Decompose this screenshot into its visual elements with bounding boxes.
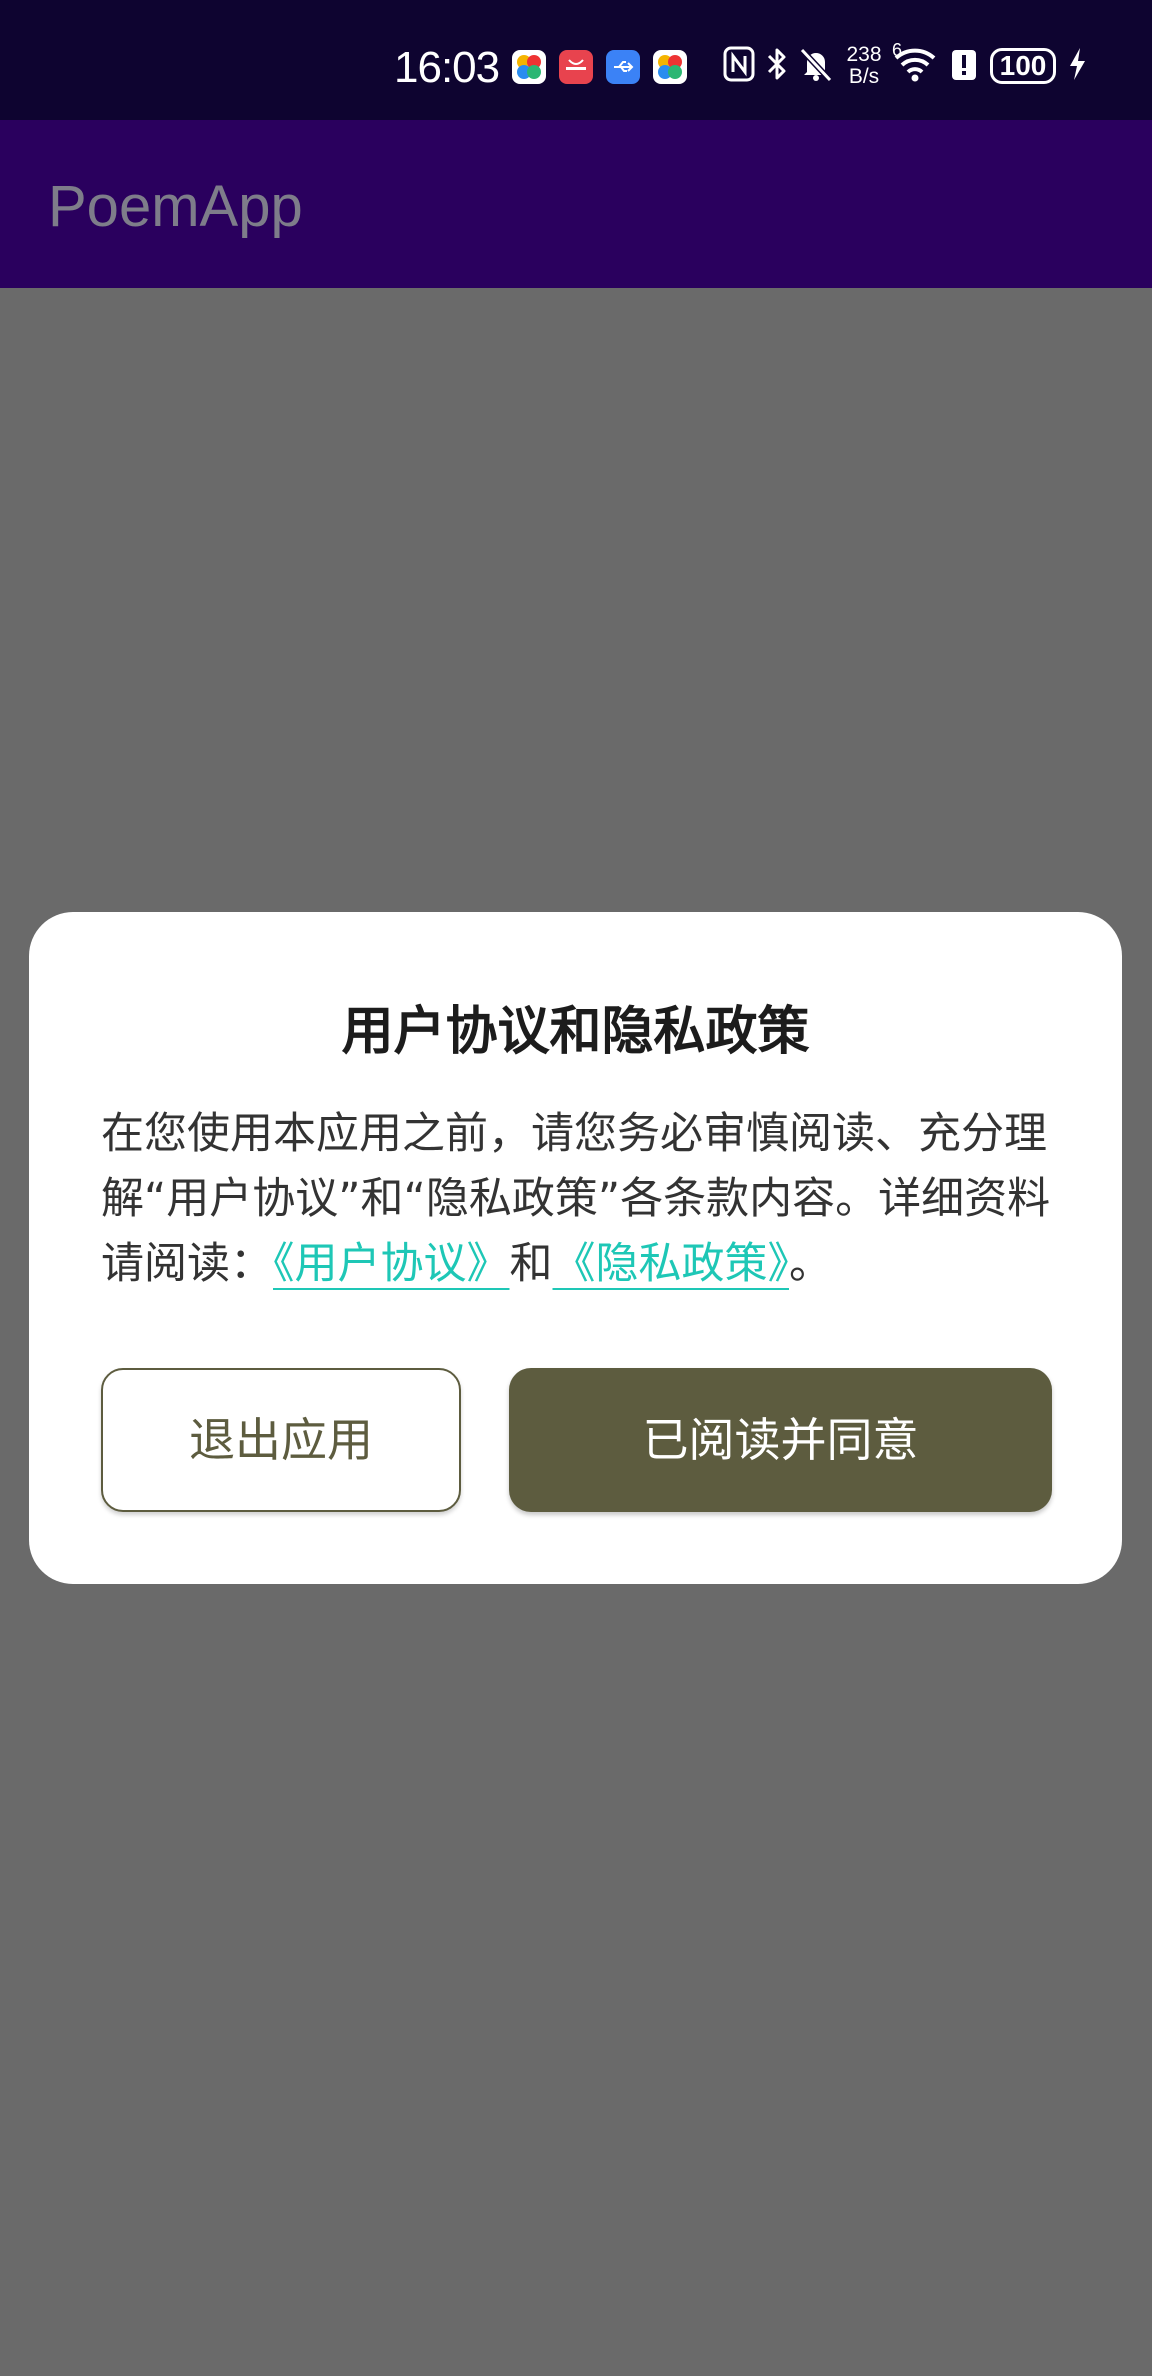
app-title: PoemApp: [48, 174, 303, 239]
network-speed-value: 238: [846, 43, 882, 66]
app-bar: PoemApp: [0, 120, 1152, 288]
privacy-policy-link[interactable]: 《隐私政策》: [553, 1239, 790, 1289]
network-speed: 238 B/s: [842, 44, 886, 88]
charging-icon: [1066, 44, 1088, 88]
exit-app-button[interactable]: 退出应用: [101, 1368, 461, 1512]
agree-button[interactable]: 已阅读并同意: [509, 1368, 1052, 1512]
dialog-body: 在您使用本应用之前，请您务必审慎阅读、充分理解“用户协议”和“隐私政策”各条款内…: [101, 1102, 1091, 1297]
app-store-icon: [512, 50, 546, 84]
nfc-icon: [722, 44, 756, 88]
wifi-icon: 6: [892, 40, 938, 88]
status-bar: 16:03 238 B/s 6 100: [0, 0, 1152, 120]
bluetooth-icon: [764, 44, 790, 88]
huawei-store-icon: [559, 50, 593, 84]
status-time: 16:03: [394, 43, 500, 92]
dialog-body-end: 。: [789, 1239, 832, 1289]
battery-indicator: 100: [990, 48, 1056, 84]
wifi-signal-label: 6: [892, 40, 903, 60]
user-agreement-link[interactable]: 《用户协议》: [273, 1239, 510, 1289]
usb-icon: [606, 50, 640, 84]
mute-icon: [798, 44, 834, 88]
alert-icon: [950, 44, 978, 88]
network-speed-unit: B/s: [848, 65, 880, 88]
privacy-dialog: 用户协议和隐私政策 在您使用本应用之前，请您务必审慎阅读、充分理解“用户协议”和…: [29, 912, 1122, 1584]
dialog-title: 用户协议和隐私政策: [341, 1002, 810, 1062]
dialog-body-connector: 和: [509, 1239, 553, 1289]
app-store-icon: [653, 50, 687, 84]
